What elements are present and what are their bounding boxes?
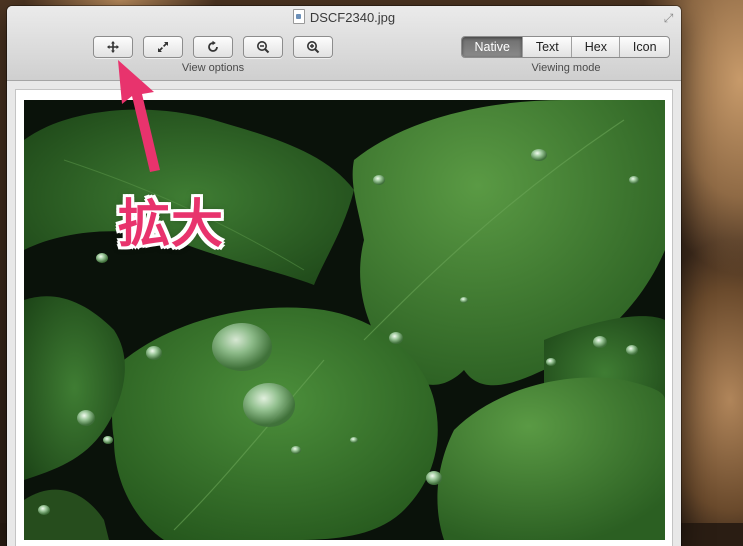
- mode-text[interactable]: Text: [522, 37, 571, 57]
- mode-native[interactable]: Native: [462, 37, 523, 57]
- annotation-text: 拡大: [118, 195, 225, 255]
- viewing-mode-control: Native Text Hex Icon: [461, 36, 670, 58]
- zoom-in-button[interactable]: [293, 36, 333, 58]
- window-title-text: DSCF2340.jpg: [309, 10, 396, 25]
- viewing-mode-label: Viewing mode: [531, 62, 601, 74]
- rotate-button[interactable]: [193, 36, 233, 58]
- window-title: DSCF2340.jpg: [7, 9, 681, 25]
- callout-arrow-icon: [118, 60, 160, 172]
- zoom-out-button[interactable]: [243, 36, 283, 58]
- move-arrows-icon: [107, 41, 119, 53]
- zoom-out-icon: [257, 41, 270, 54]
- fullscreen-icon[interactable]: ⤢: [662, 12, 675, 25]
- expand-button[interactable]: [143, 36, 183, 58]
- expand-icon: [158, 42, 168, 52]
- view-options-label: View options: [181, 62, 245, 74]
- zoom-in-icon: [307, 41, 320, 54]
- rotate-icon: [208, 40, 218, 52]
- move-button[interactable]: [93, 36, 133, 58]
- mode-hex[interactable]: Hex: [571, 37, 619, 57]
- mode-icon[interactable]: Icon: [619, 37, 669, 57]
- jpeg-file-icon: [292, 9, 305, 24]
